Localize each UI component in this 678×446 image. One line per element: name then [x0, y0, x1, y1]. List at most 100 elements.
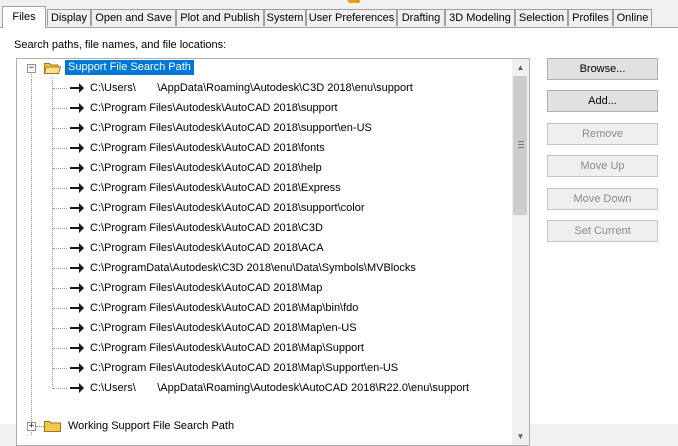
browse-button[interactable]: Browse... [547, 58, 658, 80]
path-arrow-icon [70, 263, 84, 273]
tree-connector [53, 88, 67, 89]
tree-connector [53, 148, 67, 149]
file-locations-tree[interactable]: − Support File Search Path C:\Users\ \Ap… [16, 58, 530, 446]
tab-display[interactable]: Display [47, 9, 91, 26]
support-path-item[interactable]: C:\Users\ \AppData\Roaming\Autodesk\Auto… [17, 379, 513, 397]
support-path-text: C:\Users\ \AppData\Roaming\Autodesk\C3D … [90, 82, 413, 94]
tree-node-working-support-file-search-path[interactable]: + Working Support File Search Path [17, 417, 513, 435]
path-arrow-icon [70, 83, 84, 93]
expand-icon[interactable]: + [27, 422, 36, 431]
support-path-text: C:\Program Files\Autodesk\AutoCAD 2018\M… [90, 322, 357, 334]
support-path-item[interactable]: C:\Program Files\Autodesk\AutoCAD 2018\M… [17, 339, 513, 357]
support-path-item[interactable]: C:\Program Files\Autodesk\AutoCAD 2018\M… [17, 319, 513, 337]
support-path-item[interactable]: C:\Program Files\Autodesk\AutoCAD 2018\E… [17, 179, 513, 197]
scroll-down-icon[interactable]: ▼ [512, 428, 529, 445]
path-arrow-icon [70, 223, 84, 233]
tab-open-and-save[interactable]: Open and Save [91, 9, 176, 26]
tab-user-preferences[interactable]: User Preferences [306, 9, 397, 26]
tab-drafting[interactable]: Drafting [397, 9, 445, 26]
search-paths-label: Search paths, file names, and file locat… [14, 39, 227, 51]
support-path-text: C:\Program Files\Autodesk\AutoCAD 2018\M… [90, 282, 323, 294]
open-folder-icon [44, 63, 61, 74]
support-path-item[interactable]: C:\Program Files\Autodesk\AutoCAD 2018\s… [17, 119, 513, 137]
tree-connector [53, 208, 67, 209]
scroll-up-icon[interactable]: ▲ [512, 59, 529, 76]
path-arrow-icon [70, 323, 84, 333]
support-path-text: C:\Program Files\Autodesk\AutoCAD 2018\M… [90, 302, 359, 314]
tab-profiles[interactable]: Profiles [568, 9, 613, 26]
support-file-search-path-label: Support File Search Path [65, 60, 194, 75]
tree-connector [53, 288, 67, 289]
tree-connector [53, 388, 67, 389]
path-arrow-icon [70, 303, 84, 313]
path-arrow-icon [70, 283, 84, 293]
support-path-text: C:\Users\ \AppData\Roaming\Autodesk\Auto… [90, 382, 470, 394]
support-path-item[interactable]: C:\Program Files\Autodesk\AutoCAD 2018\s… [17, 199, 513, 217]
collapse-icon[interactable]: − [27, 64, 36, 73]
tab-strip: Files Display Open and Save Plot and Pub… [0, 6, 678, 28]
support-path-item[interactable]: C:\ProgramData\Autodesk\C3D 2018\enu\Dat… [17, 259, 513, 277]
tree-connector [53, 228, 67, 229]
support-path-text: C:\Program Files\Autodesk\AutoCAD 2018\h… [90, 162, 322, 174]
path-arrow-icon [70, 343, 84, 353]
support-path-text: C:\Program Files\Autodesk\AutoCAD 2018\s… [90, 102, 338, 114]
support-path-text: C:\Program Files\Autodesk\AutoCAD 2018\C… [90, 222, 323, 234]
remove-button[interactable]: Remove [547, 123, 658, 145]
path-arrow-icon [70, 243, 84, 253]
tree-node-support-file-search-path[interactable]: − Support File Search Path [17, 59, 513, 77]
tree-connector [36, 426, 44, 427]
move-down-button[interactable]: Move Down [547, 188, 658, 210]
scrollbar-thumb[interactable] [513, 76, 527, 215]
tree-connector [53, 368, 67, 369]
tree-connector [53, 308, 67, 309]
support-path-item[interactable]: C:\Program Files\Autodesk\AutoCAD 2018\A… [17, 239, 513, 257]
files-panel: Search paths, file names, and file locat… [0, 28, 678, 446]
tree-connector [53, 188, 67, 189]
tree-connector [53, 168, 67, 169]
working-support-file-search-path-label: Working Support File Search Path [68, 420, 235, 432]
path-arrow-icon [70, 143, 84, 153]
set-current-button[interactable]: Set Current [547, 220, 658, 242]
support-path-item[interactable]: C:\Program Files\Autodesk\AutoCAD 2018\M… [17, 359, 513, 377]
support-path-text: C:\Program Files\Autodesk\AutoCAD 2018\E… [90, 182, 341, 194]
support-path-text: C:\Program Files\Autodesk\AutoCAD 2018\M… [90, 362, 399, 374]
tab-plot-and-publish[interactable]: Plot and Publish [176, 9, 264, 26]
path-arrow-icon [70, 123, 84, 133]
path-arrow-icon [70, 363, 84, 373]
support-path-item[interactable]: C:\Program Files\Autodesk\AutoCAD 2018\h… [17, 159, 513, 177]
tree-connector [53, 348, 67, 349]
folder-icon [44, 421, 61, 432]
support-path-item[interactable]: C:\Program Files\Autodesk\AutoCAD 2018\M… [17, 279, 513, 297]
tree-connector [53, 328, 67, 329]
tree-connector [53, 268, 67, 269]
support-path-text: C:\ProgramData\Autodesk\C3D 2018\enu\Dat… [90, 262, 416, 274]
tree-connector [53, 248, 67, 249]
grip-icon [518, 141, 524, 148]
path-arrow-icon [70, 163, 84, 173]
tab-files[interactable]: Files [2, 6, 46, 28]
support-path-text: C:\Program Files\Autodesk\AutoCAD 2018\f… [90, 142, 325, 154]
support-path-text: C:\Program Files\Autodesk\AutoCAD 2018\M… [90, 342, 364, 354]
support-path-text: C:\Program Files\Autodesk\AutoCAD 2018\s… [90, 202, 365, 214]
support-path-text: C:\Program Files\Autodesk\AutoCAD 2018\s… [90, 122, 372, 134]
tree-connector [53, 128, 67, 129]
tree-vertical-scrollbar[interactable]: ▲ ▼ [512, 59, 529, 445]
tab-selection[interactable]: Selection [515, 9, 568, 26]
support-path-item[interactable]: C:\Program Files\Autodesk\AutoCAD 2018\M… [17, 299, 513, 317]
tab-system[interactable]: System [264, 9, 306, 26]
path-arrow-icon [70, 103, 84, 113]
support-path-item[interactable]: C:\Users\ \AppData\Roaming\Autodesk\C3D … [17, 79, 513, 97]
path-arrow-icon [70, 203, 84, 213]
support-path-item[interactable]: C:\Program Files\Autodesk\AutoCAD 2018\f… [17, 139, 513, 157]
path-arrow-icon [70, 383, 84, 393]
tab-3d-modeling[interactable]: 3D Modeling [445, 9, 515, 26]
tree-connector [53, 108, 67, 109]
support-path-item[interactable]: C:\Program Files\Autodesk\AutoCAD 2018\C… [17, 219, 513, 237]
support-path-text: C:\Program Files\Autodesk\AutoCAD 2018\A… [90, 242, 324, 254]
tab-online[interactable]: Online [613, 9, 652, 26]
move-up-button[interactable]: Move Up [547, 155, 658, 177]
add-button[interactable]: Add... [547, 90, 658, 112]
support-path-item[interactable]: C:\Program Files\Autodesk\AutoCAD 2018\s… [17, 99, 513, 117]
path-arrow-icon [70, 183, 84, 193]
window-edge-icon [348, 0, 360, 3]
